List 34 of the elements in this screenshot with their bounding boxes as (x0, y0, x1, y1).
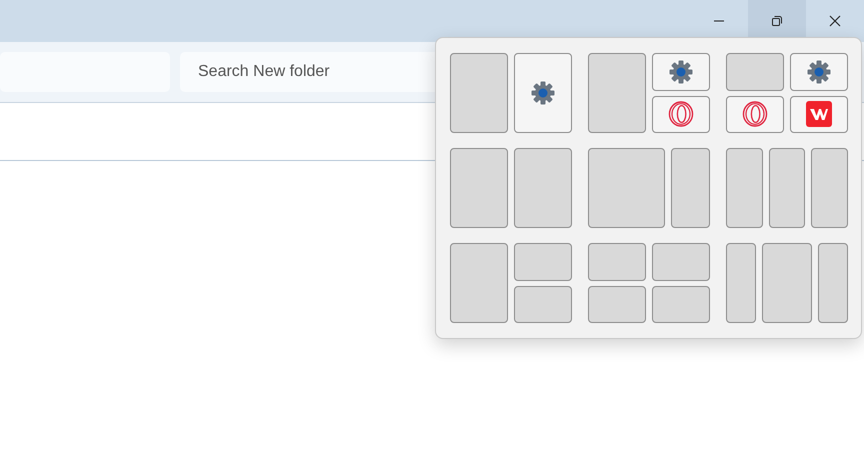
snap-zone[interactable] (588, 53, 646, 133)
snap-zone[interactable] (588, 243, 646, 280)
ring-icon (742, 101, 768, 128)
gear-icon (530, 80, 556, 106)
snap-zone[interactable] (726, 53, 784, 90)
snap-zone[interactable] (762, 243, 812, 323)
snap-zone[interactable] (790, 96, 848, 133)
snap-zone[interactable] (726, 243, 756, 323)
snap-zone[interactable] (652, 53, 710, 90)
gear-icon (806, 58, 832, 85)
ring-icon (668, 101, 694, 128)
app-logo-icon (806, 101, 832, 128)
gear-icon (668, 58, 694, 85)
snap-zone[interactable] (726, 148, 763, 228)
snap-zone[interactable] (811, 148, 848, 228)
close-icon (829, 15, 841, 27)
snap-zone[interactable] (514, 243, 572, 280)
snap-zone[interactable] (514, 286, 572, 323)
snap-zone[interactable] (652, 243, 710, 280)
snap-zone[interactable] (450, 148, 508, 228)
snap-zone[interactable] (588, 148, 666, 228)
snap-zone[interactable] (652, 286, 710, 323)
snap-zone[interactable] (671, 148, 710, 228)
snap-zone[interactable] (450, 53, 508, 133)
snap-zone[interactable] (768, 148, 806, 228)
snap-zone[interactable] (726, 96, 784, 133)
snap-zone[interactable] (652, 96, 710, 133)
restore-icon (771, 15, 783, 27)
snap-zone[interactable] (514, 53, 572, 133)
snap-zone[interactable] (450, 243, 508, 323)
snap-zone[interactable] (514, 148, 572, 228)
snap-zone[interactable] (818, 243, 848, 323)
snap-zone[interactable] (790, 53, 848, 90)
snap-zone[interactable] (588, 286, 646, 323)
